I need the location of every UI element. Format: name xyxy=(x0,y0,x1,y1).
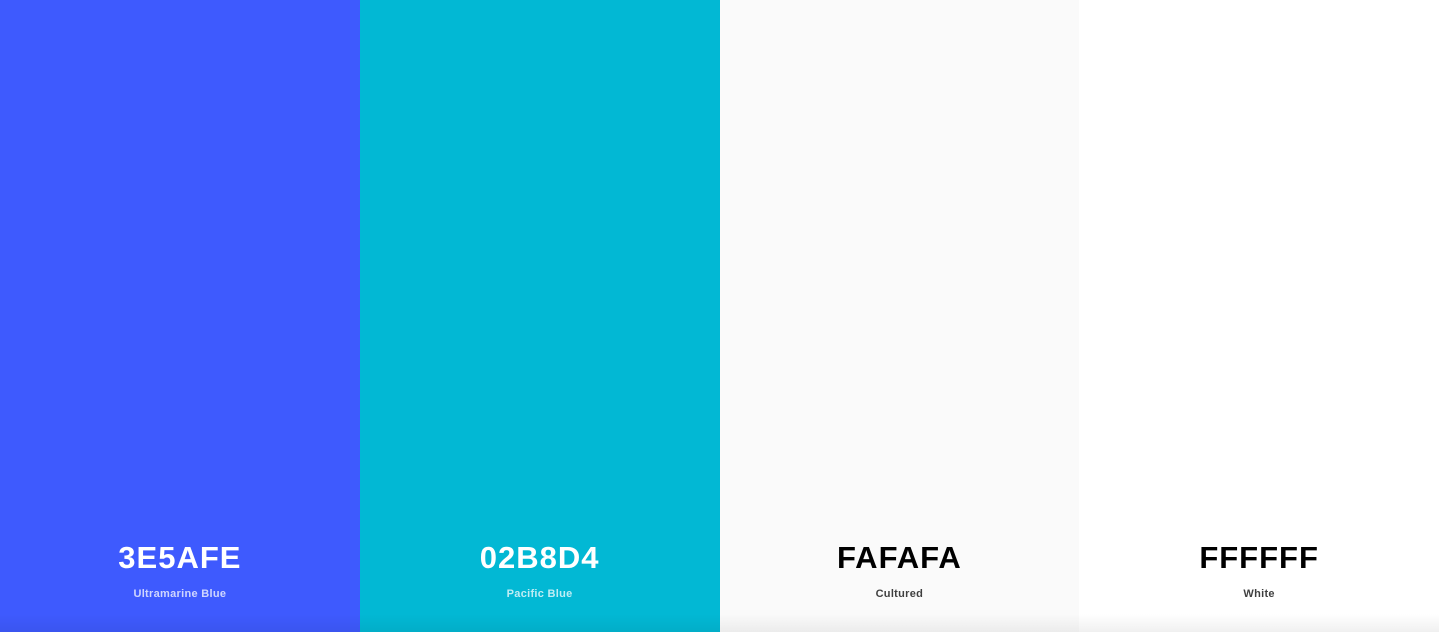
swatch-color-name: Cultured xyxy=(875,588,924,600)
swatch-hex-code[interactable]: 02B8D4 xyxy=(360,538,720,578)
swatch-hex-code[interactable]: FFFFFF xyxy=(1079,538,1439,578)
swatch-info: FAFAFA Cultured xyxy=(720,538,1080,601)
swatch-hex-code[interactable]: FAFAFA xyxy=(720,538,1080,578)
swatch-info: 3E5AFE Ultramarine Blue xyxy=(0,538,360,601)
swatch-color-name: Pacific Blue xyxy=(506,588,573,600)
swatch-ultramarine-blue[interactable]: 3E5AFE Ultramarine Blue xyxy=(0,0,360,632)
swatch-white[interactable]: FFFFFF White xyxy=(1079,0,1439,632)
swatch-pacific-blue[interactable]: 02B8D4 Pacific Blue xyxy=(359,0,720,632)
swatch-color-name: White xyxy=(1243,588,1275,600)
swatch-cultured[interactable]: FAFAFA Cultured xyxy=(719,0,1080,632)
swatch-color-name: Ultramarine Blue xyxy=(133,588,227,600)
swatch-hex-code[interactable]: 3E5AFE xyxy=(0,538,360,578)
swatch-info: FFFFFF White xyxy=(1079,538,1439,601)
color-palette: 3E5AFE Ultramarine Blue 02B8D4 Pacific B… xyxy=(0,0,1439,632)
swatch-info: 02B8D4 Pacific Blue xyxy=(360,538,720,601)
